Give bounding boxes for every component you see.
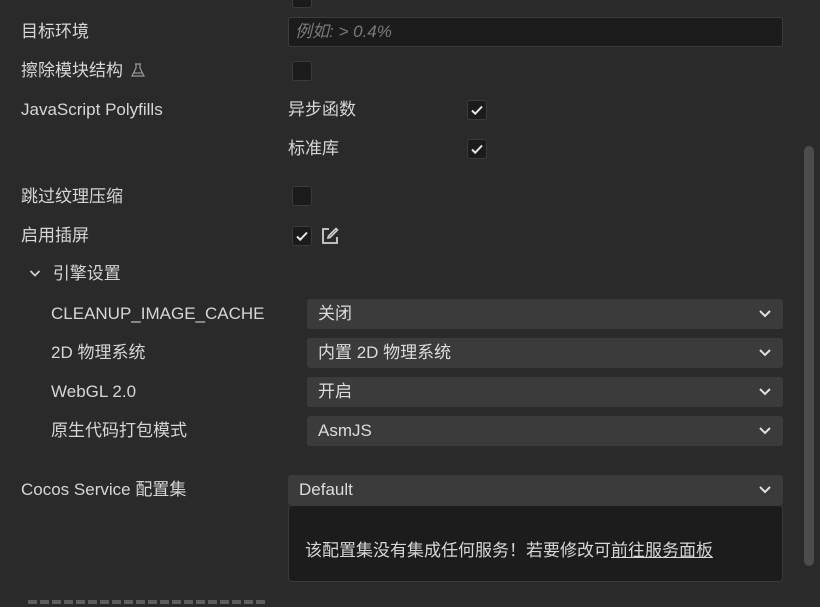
polyfills-label: JavaScript Polyfills [21,100,163,119]
notice-text: 该配置集没有集成任何服务！若要修改可 [305,541,611,560]
cleanup-value: 关闭 [318,304,352,323]
polyfill-async-label: 异步函数 [288,100,356,119]
polyfill-async-checkbox[interactable] [467,100,487,120]
enable-splash-label: 启用插屏 [21,226,89,245]
erase-module-checkbox[interactable] [292,61,312,81]
flask-icon [130,63,145,77]
target-env-placeholder: 例如: > 0.4% [295,22,392,41]
cocos-service-value: Default [299,480,353,499]
chevron-down-icon [759,486,771,494]
scrollbar-thumb[interactable] [804,146,814,566]
expand-chevron-icon [29,270,41,277]
skip-texture-label: 跳过纹理压缩 [21,187,123,206]
physics-select[interactable]: 内置 2D 物理系统 [307,338,783,368]
erase-module-label: 擦除模块结构 [21,61,146,81]
check-icon [471,105,483,116]
cleanup-select[interactable]: 关闭 [307,299,783,329]
service-panel-link[interactable]: 前往服务面板 [611,541,713,560]
target-env-input[interactable]: 例如: > 0.4% [288,17,783,47]
engine-section-label: 引擎设置 [52,264,121,283]
polyfill-stdlib-label: 标准库 [288,139,339,158]
chevron-down-icon [759,310,771,318]
engine-section-header[interactable]: 引擎设置 [28,264,121,284]
top-partial-checkbox[interactable] [292,0,312,8]
skip-texture-checkbox[interactable] [292,186,312,206]
native-label: 原生代码打包模式 [51,421,187,440]
physics-label: 2D 物理系统 [51,343,146,362]
chevron-down-icon [759,349,771,357]
webgl-value: 开启 [318,382,352,401]
check-icon [296,231,308,242]
cocos-service-label: Cocos Service 配置集 [21,480,187,499]
target-env-label: 目标环境 [21,22,89,41]
cleanup-label: CLEANUP_IMAGE_CACHE [51,304,265,323]
check-icon [471,144,483,155]
enable-splash-checkbox[interactable] [292,226,312,246]
physics-value: 内置 2D 物理系统 [318,343,452,362]
cocos-service-select[interactable]: Default [288,475,783,505]
polyfill-stdlib-checkbox[interactable] [467,139,487,159]
cut-off-row [28,600,268,607]
webgl-label: WebGL 2.0 [51,382,137,401]
native-value: AsmJS [318,421,372,440]
chevron-down-icon [759,427,771,435]
service-notice: 该配置集没有集成任何服务！若要修改可前往服务面板 [288,505,783,582]
chevron-down-icon [759,388,771,396]
webgl-select[interactable]: 开启 [307,377,783,407]
native-select[interactable]: AsmJS [307,416,783,446]
edit-icon[interactable] [320,226,340,246]
